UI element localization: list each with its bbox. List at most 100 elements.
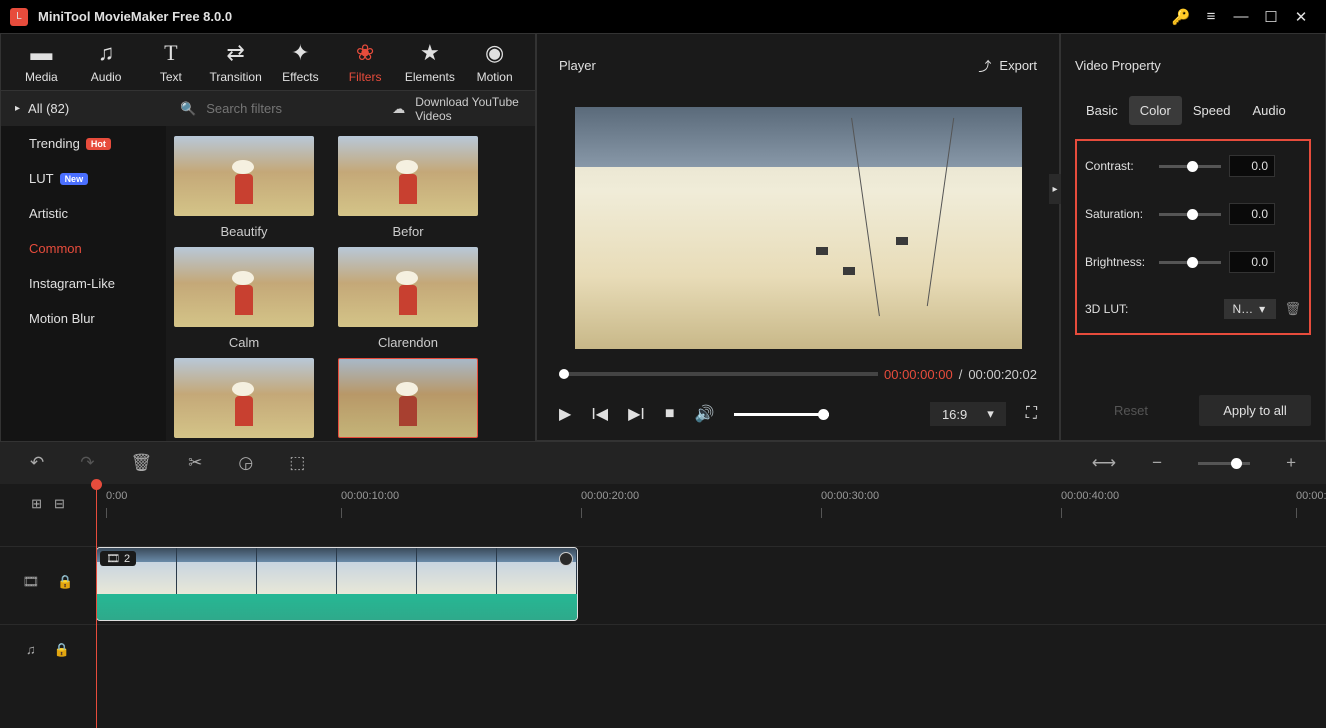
zoom-in-button[interactable]: + xyxy=(1286,453,1296,473)
lut-row: 3D LUT: N…▾ 🗑 xyxy=(1085,299,1301,319)
video-property-panel: ▸ Video Property Basic Color Speed Audio… xyxy=(1060,33,1326,441)
undo-button[interactable]: ↶ xyxy=(30,453,44,473)
tab-media[interactable]: ▬Media xyxy=(9,34,74,90)
contrast-value[interactable]: 0.0 xyxy=(1229,155,1275,177)
zoom-out-button[interactable]: − xyxy=(1152,453,1162,473)
fit-button[interactable]: ⟷ xyxy=(1092,453,1116,473)
chevron-down-icon: ▾ xyxy=(1259,302,1265,316)
filter-calm[interactable]: Calm xyxy=(174,247,314,350)
lock-icon[interactable]: 🔒 xyxy=(54,642,70,658)
tab-filters[interactable]: ❀Filters xyxy=(333,34,398,90)
timeline-toolbar: ↶ ↷ 🗑 ✂ ◶ ⬚ ⟷ − + xyxy=(0,442,1326,484)
filter-beautify[interactable]: Beautify xyxy=(174,136,314,239)
panel-expand-toggle[interactable]: ▸ xyxy=(1049,174,1061,204)
brightness-row: Brightness: 0.0 xyxy=(1085,251,1301,273)
video-track: 🎞 🔒 🎞2 xyxy=(0,546,1326,616)
play-button[interactable]: ▶ xyxy=(559,404,571,424)
download-icon: ☁ xyxy=(392,101,405,117)
clip-waveform xyxy=(97,594,577,621)
reset-button[interactable]: Reset xyxy=(1075,395,1187,426)
sidebar-item-artistic[interactable]: Artistic xyxy=(1,196,166,231)
saturation-value[interactable]: 0.0 xyxy=(1229,203,1275,225)
preview-area xyxy=(537,96,1059,360)
aspect-select[interactable]: 16:9▾ xyxy=(930,402,1006,426)
tab-effects[interactable]: ✦Effects xyxy=(268,34,333,90)
next-button[interactable]: ▶I xyxy=(628,404,645,424)
sidebar-item-trending[interactable]: TrendingHot xyxy=(1,126,166,161)
progress-row: 00:00:00:00 / 00:00:20:02 xyxy=(537,360,1059,388)
brightness-slider[interactable] xyxy=(1159,261,1221,264)
key-icon[interactable]: 🔑 xyxy=(1166,2,1196,32)
tab-transition[interactable]: ⇄Transition xyxy=(203,34,268,90)
tab-audio[interactable]: ♫Audio xyxy=(74,34,139,90)
filter-clarendon[interactable]: Clarendon xyxy=(338,247,478,350)
audio-track: ♫ 🔒 xyxy=(0,624,1326,674)
filter-sidebar: All (82) TrendingHot LUTNew Artistic Com… xyxy=(1,91,166,499)
current-time: 00:00:00:00 xyxy=(884,367,953,382)
app-title: MiniTool MovieMaker Free 8.0.0 xyxy=(38,9,232,24)
crop-button[interactable]: ⬚ xyxy=(289,453,305,473)
split-button[interactable]: ✂ xyxy=(188,453,202,473)
sidebar-item-lut[interactable]: LUTNew xyxy=(1,161,166,196)
search-icon: 🔍 xyxy=(180,101,196,117)
sidebar-item-common[interactable]: Common xyxy=(1,231,166,266)
tab-elements[interactable]: ★Elements xyxy=(398,34,463,90)
tab-basic[interactable]: Basic xyxy=(1075,96,1129,125)
close-button[interactable]: ✕ xyxy=(1286,2,1316,32)
saturation-slider[interactable] xyxy=(1159,213,1221,216)
fullscreen-button[interactable]: ⛶ xyxy=(1026,405,1037,423)
sidebar-head-all[interactable]: All (82) xyxy=(1,91,166,126)
video-track-icon: 🎞 xyxy=(23,574,40,590)
lut-select[interactable]: N…▾ xyxy=(1224,299,1276,319)
time-ruler[interactable]: ⊞ ⊟ 0:00 00:00:10:00 00:00:20:00 00:00:3… xyxy=(0,484,1326,524)
volume-icon[interactable]: 🔊 xyxy=(694,404,714,424)
video-preview xyxy=(575,107,1022,349)
player-title: Player xyxy=(559,58,596,73)
download-youtube-link[interactable]: Download YouTube Videos xyxy=(415,95,521,123)
saturation-row: Saturation: 0.0 xyxy=(1085,203,1301,225)
progress-bar[interactable] xyxy=(559,372,878,376)
maximize-button[interactable]: ☐ xyxy=(1256,2,1286,32)
speed-button[interactable]: ◶ xyxy=(238,453,253,473)
add-track-icon[interactable]: ⊞ xyxy=(31,496,42,512)
brightness-value[interactable]: 0.0 xyxy=(1229,251,1275,273)
props-title: Video Property xyxy=(1061,34,1325,96)
color-controls-highlight: Contrast: 0.0 Saturation: 0.0 Brightness… xyxy=(1075,139,1311,335)
tab-speed[interactable]: Speed xyxy=(1182,96,1242,125)
player-controls: ▶ I◀ ▶I ■ 🔊 16:9▾ ⛶ xyxy=(537,388,1059,440)
total-duration: 00:00:20:02 xyxy=(968,367,1037,382)
clip-badge: 🎞2 xyxy=(100,551,136,566)
video-clip[interactable]: 🎞2 xyxy=(96,547,578,621)
minimize-button[interactable]: — xyxy=(1226,2,1256,32)
volume-slider[interactable] xyxy=(734,413,829,416)
lock-icon[interactable]: 🔒 xyxy=(57,574,73,590)
export-icon: ⤴ xyxy=(978,56,991,75)
playhead[interactable] xyxy=(96,484,97,728)
chevron-down-icon: ▾ xyxy=(987,406,994,422)
search-input[interactable] xyxy=(206,101,382,116)
tab-audio-prop[interactable]: Audio xyxy=(1241,96,1296,125)
trash-icon[interactable]: 🗑 xyxy=(1284,301,1301,317)
export-button[interactable]: ⤴ Export xyxy=(978,56,1037,75)
zoom-slider[interactable] xyxy=(1198,462,1250,465)
stop-button[interactable]: ■ xyxy=(665,405,675,423)
delete-button[interactable]: 🗑 xyxy=(131,453,153,473)
clip-fx-indicator xyxy=(559,552,573,566)
audio-track-icon: ♫ xyxy=(26,642,36,657)
contrast-row: Contrast: 0.0 xyxy=(1085,155,1301,177)
sidebar-item-instagram[interactable]: Instagram-Like xyxy=(1,266,166,301)
tab-motion[interactable]: ◉Motion xyxy=(462,34,527,90)
app-logo: L xyxy=(10,8,28,26)
tab-text[interactable]: TText xyxy=(139,34,204,90)
tab-color[interactable]: Color xyxy=(1129,96,1182,125)
menu-icon[interactable]: ≡ xyxy=(1196,2,1226,32)
titlebar: L MiniTool MovieMaker Free 8.0.0 🔑 ≡ — ☐… xyxy=(0,0,1326,33)
contrast-slider[interactable] xyxy=(1159,165,1221,168)
remove-track-icon[interactable]: ⊟ xyxy=(54,496,65,512)
player-panel: Player ⤴ Export 00:00:00:00 / 00:00:20:0… xyxy=(536,33,1060,441)
apply-all-button[interactable]: Apply to all xyxy=(1199,395,1311,426)
redo-button[interactable]: ↷ xyxy=(80,453,94,473)
prev-button[interactable]: I◀ xyxy=(591,404,608,424)
filter-before[interactable]: Befor xyxy=(338,136,478,239)
sidebar-item-motionblur[interactable]: Motion Blur xyxy=(1,301,166,336)
